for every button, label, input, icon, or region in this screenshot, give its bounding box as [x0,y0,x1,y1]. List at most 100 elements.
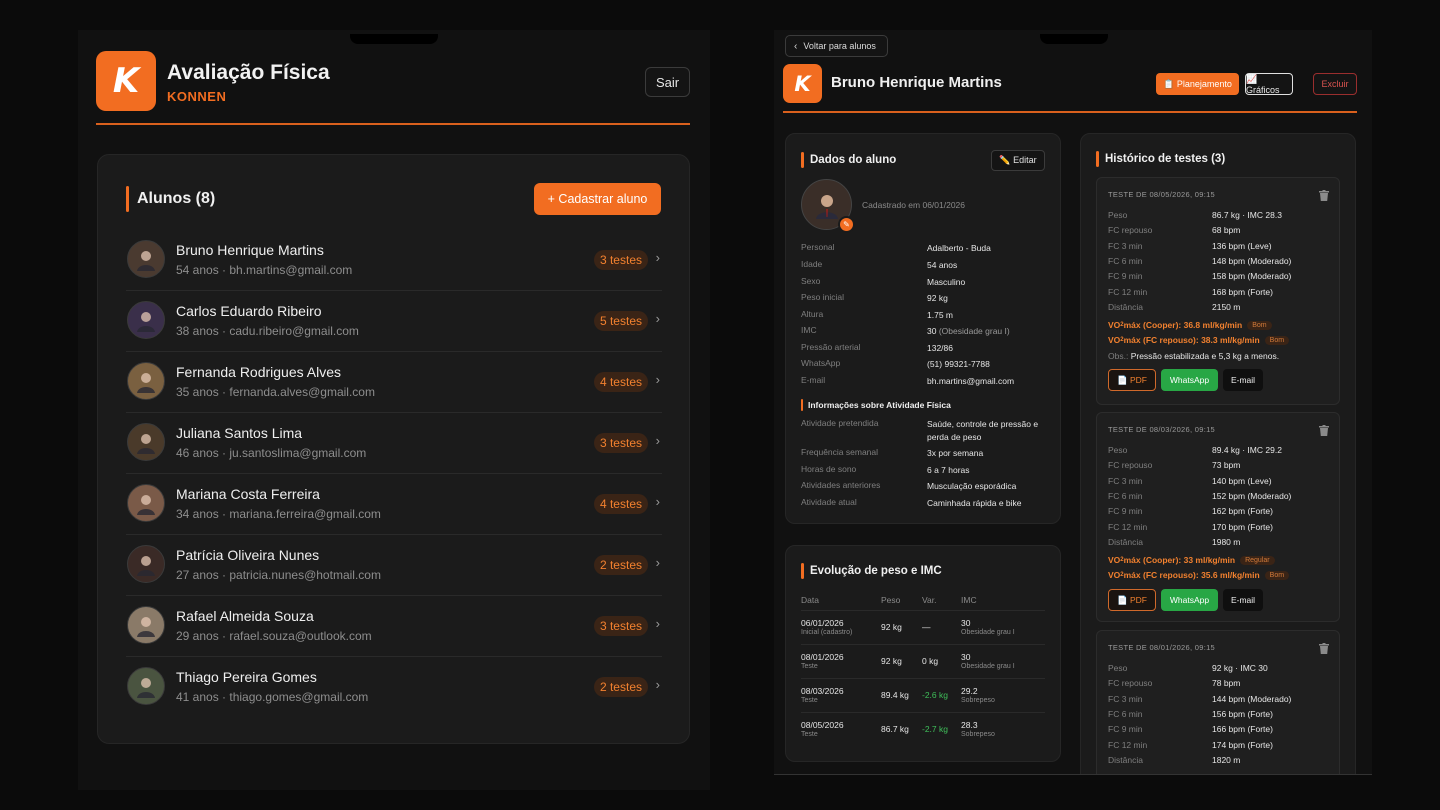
person-icon [137,312,155,332]
student-data-title: Dados do aluno [801,152,896,168]
back-label: Voltar para alunos [803,41,876,51]
student-name: Patrícia Oliveira Nunes [176,547,320,563]
student-row[interactable]: Rafael Almeida Souza 29 anos · rafael.sou… [126,596,662,657]
test-count-badge: 2 testes [593,555,648,575]
field-value: 89.4 kg · IMC 29.2 [1212,445,1282,455]
email-button[interactable]: E-mail [1223,369,1263,392]
field-value: 166 bpm (Forte) [1212,724,1273,735]
app-subtitle: KONNEN [167,89,227,104]
add-student-button[interactable]: + Cadastrar aluno [534,183,661,215]
test-count-badge: 2 testes [593,677,648,697]
chevron-right-icon: › [655,433,660,448]
student-row[interactable]: Carlos Eduardo Ribeiro 38 anos · cadu.rib… [126,291,662,352]
screen-student-detail: ‹ Voltar para alunos K Bruno Henrique Ma… [774,30,1372,775]
row-imc: 30 [961,652,971,662]
student-name: Fernanda Rodrigues Alves [176,364,341,380]
row-weight: 86.7 kg [881,724,909,734]
field-value: 6 a 7 horas [927,465,970,475]
test-card: TESTE DE 08/05/2026, 09:15 Peso 86.7 kg · … [1096,177,1340,405]
whatsapp-button[interactable]: WhatsApp [1161,589,1218,612]
field-value-text: Masculino [927,277,966,287]
whatsapp-button[interactable]: WhatsApp [1161,369,1218,392]
test-count-badge: 3 testes [593,616,648,636]
student-name: Carlos Eduardo Ribeiro [176,303,322,319]
student-age-email: 41 anos · thiago.gomes@gmail.com [176,690,369,704]
row-imc: 30 [961,618,971,628]
history-title: Histórico de testes (3) [1096,151,1225,167]
student-name: Mariana Costa Ferreira [176,486,320,502]
avatar [127,606,165,644]
test-count-badge: 3 testes [593,433,648,453]
pdf-button[interactable]: 📄 PDF [1108,369,1156,392]
student-age-email: 34 anos · mariana.ferreira@gmail.com [176,507,381,521]
pdf-button[interactable]: 📄 PDF [1108,589,1156,612]
field-label: Peso [1108,445,1128,455]
test-count-badge: 5 testes [593,311,648,331]
student-row[interactable]: Bruno Henrique Martins 54 anos · bh.marti… [126,230,662,291]
chevron-right-icon: › [655,677,660,692]
field-label: FC repouso [1108,460,1153,471]
student-list: Bruno Henrique Martins 54 anos · bh.marti… [126,230,662,718]
student-row[interactable]: Fernanda Rodrigues Alves 35 anos · fernan… [126,352,662,413]
field-label: FC 6 min [1108,255,1143,266]
student-row[interactable]: Thiago Pereira Gomes 41 anos · thiago.gom… [126,657,662,718]
chevron-right-icon: › [655,250,660,265]
student-age-email: 29 anos · rafael.souza@outlook.com [176,629,372,643]
person-icon [137,617,155,637]
obs-text: Pressão estabilizada e 5,3 kg a menos. [1130,351,1280,362]
planning-button[interactable]: 📋 Planejamento [1156,73,1239,95]
field-label: Peso [1108,663,1128,673]
charts-button[interactable]: 📈 Gráficos [1245,73,1293,95]
field-value: 156 bpm (Forte) [1212,708,1273,719]
activity-title-text: Informações sobre Atividade Física [808,400,951,410]
trash-icon[interactable] [1319,423,1329,436]
student-name: Bruno Henrique Martins [176,242,324,258]
field-label: FC 12 min [1108,286,1148,297]
field-label: FC 9 min [1108,724,1143,735]
row-date: 08/03/2026 [801,686,844,696]
row-variation: -2.7 kg [922,724,948,734]
history-title-text: Histórico de testes (3) [1105,153,1226,165]
student-row[interactable]: Mariana Costa Ferreira 34 anos · mariana.… [126,474,662,535]
students-section-title: Alunos (8) [126,186,215,212]
field-value: 2150 m [1212,301,1241,312]
email-button[interactable]: E-mail [1223,589,1263,612]
field-value-text: 92 kg [927,293,948,303]
student-row[interactable]: Patrícia Oliveira Nunes 27 anos · patrici… [126,535,662,596]
student-age-email: 38 anos · cadu.ribeiro@gmail.com [176,324,359,338]
row-imc: 29.2 [961,686,978,696]
edit-button[interactable]: ✏️ Editar [991,150,1045,171]
field-value: Adalberto - Buda [927,242,1047,255]
trash-icon[interactable] [1319,188,1329,201]
test-count-badge: 3 testes [593,250,648,270]
vo-value: máx (FC repouso): 35.6 ml/kg/min [1123,570,1260,581]
test-history-card: Histórico de testes (3) TESTE DE 08/05/2… [1080,133,1356,774]
back-button[interactable]: ‹ Voltar para alunos [785,35,888,57]
trash-icon[interactable] [1319,641,1329,654]
field-label: Personal [801,242,835,252]
field-value: (51) 99321-7788 [927,358,1047,371]
camera-icon[interactable]: ✎ [838,216,855,233]
rating-badge: Bom [1247,320,1272,330]
chevron-right-icon: › [655,555,660,570]
field-value: 54 anos [927,259,1047,272]
row-date: 06/01/2026 [801,618,844,628]
test-observation: Obs.: Pressão estabilizada e 5,3 kg a me… [1108,351,1279,361]
field-value: 3x por semana [927,448,984,458]
evolution-row: 08/01/2026 Teste 92 kg 0 kg 30 Obesidade grau… [801,644,1045,678]
student-row[interactable]: Juliana Santos Lima 46 anos · ju.santosli… [126,413,662,474]
chevron-right-icon: › [655,372,660,387]
vo-prefix: VO [1108,570,1121,581]
avatar [127,362,165,400]
col-header-date: Data [801,595,819,605]
app-title: Avaliação Física [167,61,330,84]
field-value: 1980 m [1212,536,1241,547]
field-label: Distância [1108,754,1143,765]
row-weight: 89.4 kg [881,690,909,700]
logout-button[interactable]: Sair [645,67,690,97]
field-label: FC repouso [1108,225,1153,236]
delete-button[interactable]: Excluir [1313,73,1357,95]
field-label: FC 3 min [1108,240,1143,251]
student-name-title: Bruno Henrique Martins [831,74,1002,91]
field-label: WhatsApp [801,358,841,368]
